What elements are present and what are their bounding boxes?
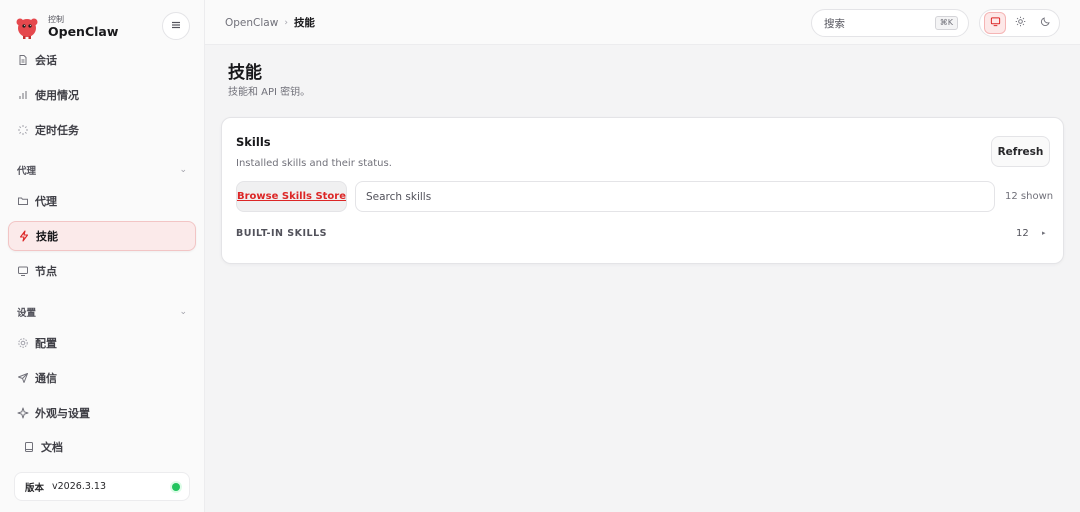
monitor-icon xyxy=(17,265,29,277)
browse-skills-store-button[interactable]: Browse Skills Store xyxy=(236,181,347,212)
send-icon xyxy=(17,372,29,384)
sidebar-item-label: 使用情况 xyxy=(35,89,79,102)
page-subtitle: 技能和 API 密钥。 xyxy=(228,87,311,98)
brand-subtitle: 控制 xyxy=(48,15,64,24)
theme-system-button[interactable] xyxy=(984,12,1006,34)
breadcrumb-separator: › xyxy=(284,17,288,28)
sidebar-item-skills[interactable]: 技能 xyxy=(8,221,196,251)
sidebar-item-appearance[interactable]: 外观与设置 xyxy=(8,398,196,428)
sun-icon xyxy=(1015,16,1026,30)
sidebar-item-label: 定时任务 xyxy=(35,124,79,137)
global-search-input[interactable]: 搜索 ⌘K xyxy=(811,9,969,37)
card-title: Skills xyxy=(236,135,271,149)
gear-icon xyxy=(17,337,29,349)
section-settings[interactable]: 设置 ⌄ xyxy=(17,305,187,319)
sidebar-item-sessions[interactable]: 会话 xyxy=(8,45,196,75)
search-placeholder: Search skills xyxy=(366,190,432,203)
theme-light-button[interactable] xyxy=(1009,12,1031,34)
book-icon xyxy=(23,441,35,453)
section-label: 设置 xyxy=(17,308,37,319)
page-title: 技能 xyxy=(228,63,262,83)
menu-icon xyxy=(170,19,182,34)
brand-name: OpenClaw xyxy=(48,24,119,39)
openclaw-logo-icon xyxy=(14,14,40,40)
skills-card: Skills Installed skills and their status… xyxy=(221,117,1064,264)
sidebar-item-usage[interactable]: 使用情况 xyxy=(8,80,196,110)
sidebar-item-label: 节点 xyxy=(35,265,57,278)
skills-search-input[interactable]: Search skills xyxy=(355,181,995,212)
sidebar-item-docs[interactable]: 文档 xyxy=(14,432,190,462)
sidebar-item-label: 通信 xyxy=(35,372,57,385)
bar-chart-icon xyxy=(17,89,29,101)
chevron-down-icon: ⌄ xyxy=(179,165,187,175)
loader-icon xyxy=(17,124,29,136)
monitor-icon xyxy=(990,16,1001,30)
section-agent[interactable]: 代理 ⌄ xyxy=(17,163,187,177)
topbar: OpenClaw › 技能 搜索 ⌘K xyxy=(205,0,1080,45)
builtin-skills-group-label[interactable]: BUILT-IN SKILLS xyxy=(236,228,327,239)
brand[interactable]: 控制 OpenClaw xyxy=(14,12,118,42)
version-value: v2026.3.13 xyxy=(52,481,106,492)
breadcrumb-root[interactable]: OpenClaw xyxy=(225,17,278,29)
sidebar: 控制 OpenClaw 会话 使用情况 定时任务 代理 ⌄ 代理 技能 节点 设… xyxy=(0,0,205,512)
sidebar-item-config[interactable]: 配置 xyxy=(8,328,196,358)
breadcrumb-current: 技能 xyxy=(293,17,315,29)
section-label: 代理 xyxy=(17,166,37,177)
sidebar-item-cron[interactable]: 定时任务 xyxy=(8,115,196,145)
theme-dark-button[interactable] xyxy=(1034,12,1056,34)
shown-count: 12 shown xyxy=(1005,191,1054,202)
sidebar-item-label: 外观与设置 xyxy=(35,407,90,420)
expand-caret-icon[interactable]: ▸ xyxy=(1042,229,1046,237)
sidebar-item-comms[interactable]: 通信 xyxy=(8,363,196,393)
version-label: 版本 xyxy=(25,482,45,494)
sidebar-item-label: 文档 xyxy=(41,441,63,454)
sidebar-item-label: 代理 xyxy=(35,195,57,208)
search-placeholder: 搜索 xyxy=(824,17,845,30)
theme-switcher xyxy=(979,9,1060,37)
moon-icon xyxy=(1040,16,1051,30)
refresh-button[interactable]: Refresh xyxy=(991,136,1050,167)
sidebar-toggle-button[interactable] xyxy=(162,12,190,40)
sidebar-item-label: 技能 xyxy=(36,230,58,243)
zap-icon xyxy=(18,230,30,242)
version-badge: 版本 v2026.3.13 xyxy=(14,472,190,501)
builtin-skills-count: 12 xyxy=(1016,228,1029,239)
sidebar-item-agents[interactable]: 代理 xyxy=(8,186,196,216)
sparkle-icon xyxy=(17,407,29,419)
sidebar-item-label: 配置 xyxy=(35,337,57,350)
card-description: Installed skills and their status. xyxy=(236,158,392,169)
status-online-dot xyxy=(172,483,180,491)
sidebar-item-label: 会话 xyxy=(35,54,57,67)
folder-icon xyxy=(17,195,29,207)
sidebar-item-nodes[interactable]: 节点 xyxy=(8,256,196,286)
search-shortcut-badge: ⌘K xyxy=(934,16,958,30)
chevron-down-icon: ⌄ xyxy=(179,307,187,317)
file-text-icon xyxy=(17,54,29,66)
breadcrumb: OpenClaw › 技能 xyxy=(225,15,315,30)
